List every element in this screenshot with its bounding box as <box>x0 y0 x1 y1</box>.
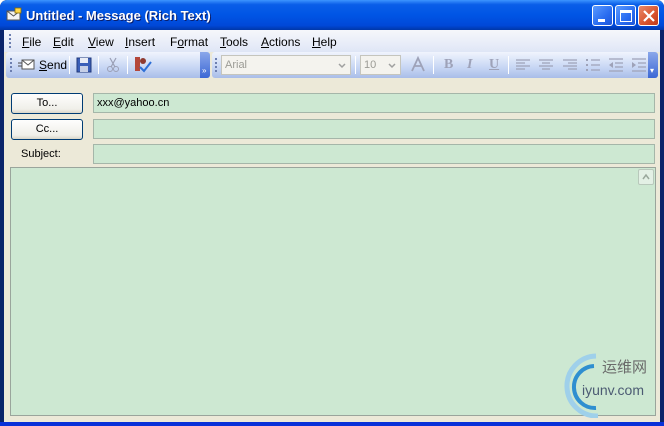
italic-button[interactable]: I <box>463 55 479 75</box>
send-label: Send <box>39 58 68 72</box>
align-left-icon <box>516 59 530 70</box>
menu-format[interactable]: Format <box>170 35 208 49</box>
toolbar-separator <box>508 56 509 74</box>
decrease-indent-icon <box>609 58 623 72</box>
bold-icon: B <box>444 57 454 72</box>
toolbar-separator <box>69 56 70 74</box>
to-button[interactable]: To... <box>11 93 83 114</box>
font-size-value: 10 <box>364 59 377 71</box>
chevron-up-icon <box>642 173 650 180</box>
floppy-disk-icon <box>76 57 92 73</box>
cc-field[interactable] <box>93 119 655 139</box>
close-button[interactable] <box>638 5 659 26</box>
italic-icon: I <box>467 57 473 72</box>
formatting-toolbar: Arial 10 B I U ▾ <box>212 52 658 78</box>
window-title: Untitled - Message (Rich Text) <box>26 8 211 23</box>
menu-view[interactable]: View <box>88 35 114 49</box>
decrease-indent-button[interactable] <box>608 55 624 75</box>
increase-indent-button[interactable] <box>631 55 647 75</box>
menu-edit[interactable]: Edit <box>53 35 74 49</box>
watermark-site-text: iyunv.com <box>582 382 644 398</box>
check-names-icon <box>135 57 152 73</box>
toolbar-separator <box>127 56 128 74</box>
increase-indent-icon <box>632 58 646 72</box>
toolbar-separator <box>98 56 99 74</box>
font-size-combo[interactable]: 10 <box>360 55 401 75</box>
toolbar-separator <box>355 56 356 74</box>
send-icon <box>18 59 35 70</box>
toolbar-overflow-chevron[interactable]: » <box>200 52 210 78</box>
chevron-down-icon <box>338 63 346 69</box>
underline-icon: U <box>489 57 500 72</box>
menu-grip[interactable] <box>9 34 12 50</box>
underline-button[interactable]: U <box>486 55 502 75</box>
bullet-list-icon <box>586 59 600 71</box>
minimize-icon <box>598 19 605 22</box>
align-left-button[interactable] <box>515 55 531 75</box>
toolbar-grip[interactable] <box>10 58 13 74</box>
title-bar[interactable]: Untitled - Message (Rich Text) <box>0 0 664 30</box>
cc-button[interactable]: Cc... <box>11 119 83 140</box>
menu-tools[interactable]: Tools <box>220 35 248 49</box>
menu-help[interactable]: Help <box>312 35 337 49</box>
align-right-icon <box>563 59 577 70</box>
font-color-button[interactable] <box>409 55 427 75</box>
scissors-icon <box>107 57 119 72</box>
menu-insert[interactable]: Insert <box>125 35 155 49</box>
font-name-value: Arial <box>225 59 248 71</box>
align-center-button[interactable] <box>538 55 554 75</box>
maximize-button[interactable] <box>615 5 636 26</box>
bold-button[interactable]: B <box>441 55 457 75</box>
menu-actions[interactable]: Actions <box>261 35 300 49</box>
chevron-down-icon <box>388 63 396 69</box>
cut-button[interactable] <box>105 55 123 75</box>
watermark-chinese-text: 运维网 <box>602 358 648 376</box>
minimize-button[interactable] <box>592 5 613 26</box>
subject-label: Subject: <box>21 148 61 160</box>
standard-toolbar: Send » <box>6 52 210 78</box>
maximize-icon <box>620 10 632 22</box>
send-button[interactable]: Send <box>18 55 68 75</box>
toolbar-separator <box>433 56 434 74</box>
align-right-button[interactable] <box>562 55 578 75</box>
envelope-icon <box>6 7 22 21</box>
window-frame-bottom <box>0 422 664 426</box>
to-field[interactable]: xxx@yahoo.cn <box>93 93 655 113</box>
align-center-icon <box>539 59 553 70</box>
font-name-combo[interactable]: Arial <box>221 55 351 75</box>
toolbar-grip[interactable] <box>215 58 218 74</box>
to-value: xxx@yahoo.cn <box>97 97 170 109</box>
subject-field[interactable] <box>93 144 655 164</box>
site-watermark: 运维网 iyunv.com <box>558 350 660 418</box>
menu-file[interactable]: File <box>22 35 41 49</box>
menu-bar: File Edit View Insert Format Tools Actio… <box>4 30 660 52</box>
check-names-button[interactable] <box>133 55 155 75</box>
save-button[interactable] <box>76 55 94 75</box>
toolbar-overflow-chevron[interactable]: ▾ <box>648 52 658 78</box>
close-icon <box>643 10 655 22</box>
scroll-up-button[interactable] <box>638 169 654 185</box>
font-color-icon <box>411 56 425 72</box>
bullets-button[interactable] <box>585 55 601 75</box>
